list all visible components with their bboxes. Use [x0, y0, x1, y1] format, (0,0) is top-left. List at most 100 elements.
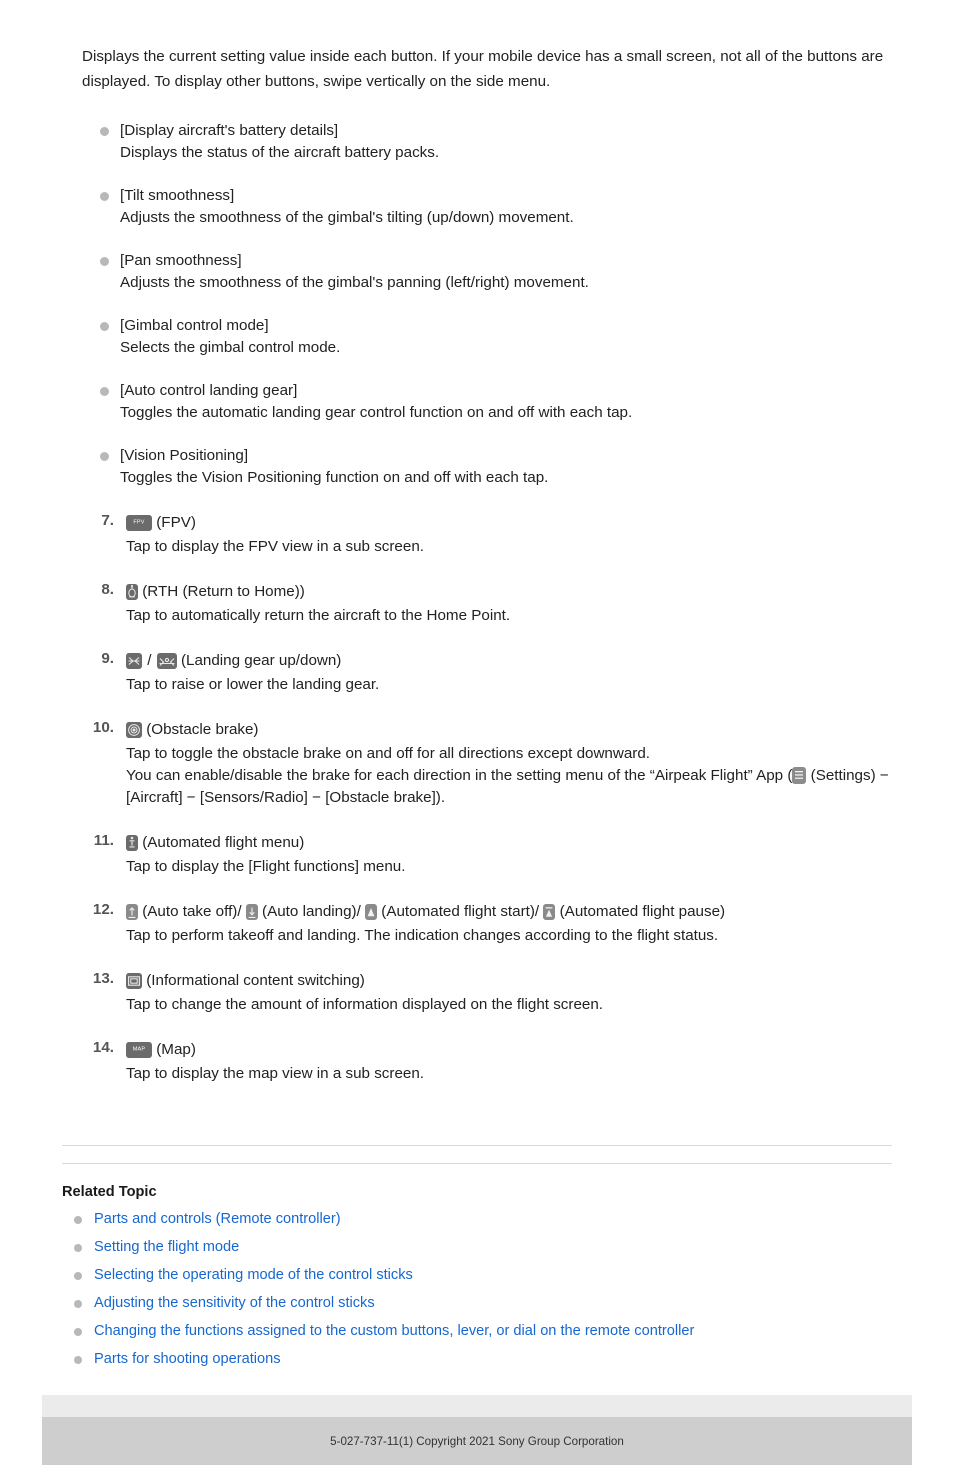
step-item-11: 11. (Automated flight menu) Tap to displ…	[82, 830, 892, 878]
step-heading: (RTH (Return to Home))	[126, 579, 892, 605]
list-item[interactable]: Parts for shooting operations	[72, 1350, 892, 1369]
document-page: Displays the current setting value insid…	[0, 0, 954, 1465]
setting-item-desc: Toggles the Vision Positioning function …	[120, 469, 549, 486]
step-number: 12.	[92, 901, 114, 918]
return-to-home-icon	[126, 584, 138, 600]
step-description: Tap to change the amount of information …	[126, 996, 604, 1013]
intro-paragraph: Displays the current setting value insid…	[82, 48, 884, 90]
step-description-line: [Aircraft] − [Sensors/Radio] − [Obstacle…	[126, 789, 446, 806]
step-heading: (Automated flight menu)	[126, 830, 892, 856]
list-item[interactable]: Setting the flight mode	[72, 1238, 892, 1257]
footer-bar: 5-027-737-11(1) Copyright 2021 Sony Grou…	[42, 1417, 912, 1465]
settings-icon	[792, 767, 807, 784]
step-label: (Obstacle brake)	[146, 721, 259, 738]
copyright-text: 5-027-737-11(1) Copyright 2021 Sony Grou…	[330, 1434, 624, 1448]
step-number: 14.	[92, 1039, 114, 1056]
step-label: (RTH (Return to Home))	[142, 583, 305, 600]
setting-item-title: [Tilt smoothness]	[120, 187, 235, 204]
step-heading: FPV (FPV)	[126, 510, 892, 536]
map-icon-label: MAP	[132, 1046, 146, 1053]
related-link[interactable]: Changing the functions assigned to the c…	[94, 1323, 694, 1339]
automated-flight-start-icon	[365, 904, 378, 920]
step-number: 11.	[93, 832, 114, 849]
fpv-icon-label: FPV	[133, 519, 145, 526]
step-description: Tap to display the FPV view in a sub scr…	[126, 538, 424, 555]
list-item: [Display aircraft's battery details] Dis…	[96, 120, 892, 163]
step-description-line: Tap to toggle the obstacle brake on and …	[126, 745, 651, 762]
divider-top-wrap	[0, 1145, 954, 1146]
related-link[interactable]: Selecting the operating mode of the cont…	[94, 1267, 413, 1283]
step-item-9: 9. / (Landing gear up/down) Tap to raise…	[82, 648, 892, 696]
step-heading: (Informational content switching)	[126, 968, 892, 994]
step-label: (Map)	[156, 1041, 196, 1058]
footer-spacer	[42, 1395, 912, 1417]
related-topic-links: Parts and controls (Remote controller) S…	[62, 1210, 892, 1369]
step-number: 8.	[101, 581, 114, 598]
related-link[interactable]: Parts for shooting operations	[94, 1351, 281, 1367]
list-item[interactable]: Parts and controls (Remote controller)	[72, 1210, 892, 1229]
automated-flight-pause-icon	[543, 904, 556, 920]
step-description: Tap to perform takeoff and landing. The …	[126, 927, 719, 944]
setting-item-title: [Pan smoothness]	[120, 252, 242, 269]
step-description: Tap to automatically return the aircraft…	[126, 607, 511, 624]
setting-item-title: [Vision Positioning]	[120, 447, 249, 464]
related-topic-title: Related Topic	[62, 1184, 157, 1200]
auto-landing-icon	[245, 904, 258, 920]
setting-item-title: [Display aircraft's battery details]	[120, 122, 339, 139]
list-item: [Auto control landing gear] Toggles the …	[96, 380, 892, 423]
automated-flight-menu-icon	[126, 835, 138, 851]
related-link[interactable]: Adjusting the sensitivity of the control…	[94, 1295, 375, 1311]
content-area: Displays the current setting value insid…	[0, 0, 954, 1085]
step-label: (Automated flight menu)	[142, 834, 305, 851]
divider-top	[62, 1145, 892, 1146]
step-item-14: 14. MAP (Map) Tap to display the map vie…	[82, 1037, 892, 1085]
related-topic-section: Related Topic Parts and controls (Remote…	[0, 1164, 954, 1369]
setting-item-desc: Selects the gimbal control mode.	[120, 339, 341, 356]
step-number: 7.	[101, 512, 114, 529]
related-link[interactable]: Setting the flight mode	[94, 1239, 239, 1255]
step-label-a: (Auto take off)/	[142, 903, 242, 920]
step-label: (Informational content switching)	[146, 972, 365, 989]
step-label-c: (Automated flight start)/	[381, 903, 540, 920]
step-label: (FPV)	[156, 514, 196, 531]
setting-items-list: [Display aircraft's battery details] Dis…	[82, 120, 892, 488]
related-link[interactable]: Parts and controls (Remote controller)	[94, 1211, 341, 1227]
step-description: Tap to toggle the obstacle brake on and …	[126, 743, 892, 809]
list-item: [Vision Positioning] Toggles the Vision …	[96, 445, 892, 488]
list-item: [Gimbal control mode] Selects the gimbal…	[96, 315, 892, 358]
step-description: Tap to display the map view in a sub scr…	[126, 1065, 425, 1082]
step-label-d: (Automated flight pause)	[559, 903, 726, 920]
step-item-13: 13. (Informational content switching) Ta…	[82, 968, 892, 1016]
list-item: [Tilt smoothness] Adjusts the smoothness…	[96, 185, 892, 228]
text-before-icon: You can enable/disable the brake for eac…	[126, 767, 793, 784]
step-item-10: 10. (Obstacle brake) Tap to toggle the o…	[82, 717, 892, 809]
step-description: Tap to raise or lower the landing gear.	[126, 676, 380, 693]
list-item: [Pan smoothness] Adjusts the smoothness …	[96, 250, 892, 293]
landing-gear-up-icon	[126, 653, 142, 669]
step-item-8: 8. (RTH (Return to Home)) Tap to automat…	[82, 579, 892, 627]
step-item-7: 7. FPV (FPV) Tap to display the FPV view…	[82, 510, 892, 558]
step-heading: (Obstacle brake)	[126, 717, 892, 743]
step-description-line: You can enable/disable the brake for eac…	[126, 765, 892, 787]
fpv-icon: FPV	[126, 515, 152, 531]
list-item[interactable]: Adjusting the sensitivity of the control…	[72, 1294, 892, 1313]
step-number: 9.	[101, 650, 114, 667]
setting-item-desc: Displays the status of the aircraft batt…	[120, 144, 440, 161]
setting-item-desc: Toggles the automatic landing gear contr…	[120, 404, 633, 421]
step-heading: / (Landing gear up/down)	[126, 648, 892, 674]
list-item[interactable]: Changing the functions assigned to the c…	[72, 1322, 892, 1341]
step-number: 13.	[92, 970, 114, 987]
step-heading: (Auto take off)/ (Auto landing)/ (Automa…	[126, 899, 892, 925]
step-number: 10.	[92, 719, 114, 736]
step-description: Tap to display the [Flight functions] me…	[126, 858, 406, 875]
auto-take-off-icon	[126, 904, 138, 920]
list-item[interactable]: Selecting the operating mode of the cont…	[72, 1266, 892, 1285]
step-item-12: 12. (Auto take off)/ (Auto landing)/ (Au…	[82, 899, 892, 947]
map-icon: MAP	[126, 1042, 152, 1058]
numbered-steps-list: 7. FPV (FPV) Tap to display the FPV view…	[82, 510, 892, 1085]
text-after-icon: (Settings) −	[806, 767, 889, 784]
step-label-b: (Auto landing)/	[262, 903, 361, 920]
step-heading: MAP (Map)	[126, 1037, 892, 1063]
landing-gear-down-icon	[156, 653, 177, 669]
obstacle-brake-icon	[126, 722, 142, 738]
